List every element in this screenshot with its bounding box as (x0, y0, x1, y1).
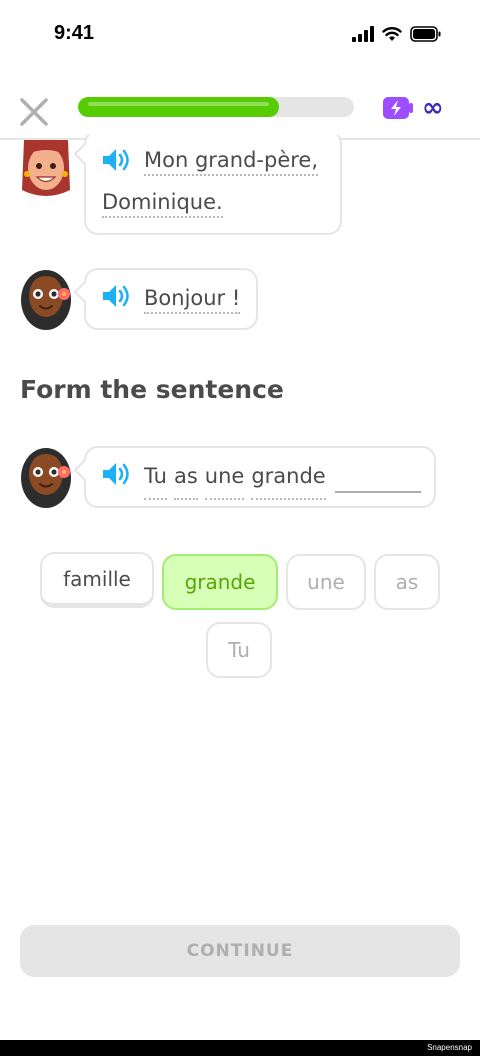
message-line[interactable]: Bonjour ! (144, 286, 241, 314)
status-time: 9:41 (54, 22, 95, 44)
speaker-icon (103, 285, 129, 307)
close-icon (20, 98, 48, 126)
message-bubble-2: Bonjour ! (84, 268, 258, 330)
wifi-icon (382, 27, 402, 41)
word-chip-grande[interactable]: grande (162, 554, 278, 610)
battery-icon (410, 26, 441, 42)
message-line[interactable]: Dominique. (102, 190, 223, 218)
lesson-progress-bar (78, 97, 354, 117)
answer-word[interactable]: as (173, 456, 198, 500)
answer-blank[interactable] (334, 463, 421, 493)
answer-bubble: Tu as une grande (84, 446, 436, 508)
close-button[interactable] (16, 94, 52, 130)
lesson-progress-fill (78, 97, 280, 117)
answer-word[interactable]: grande (251, 456, 326, 500)
word-chip-as[interactable]: as (374, 554, 440, 610)
footer-bar: Snapensnap (0, 1040, 480, 1056)
cellular-signal-icon (352, 26, 374, 42)
energy-battery-icon (383, 97, 413, 119)
speaker-button[interactable] (100, 282, 132, 314)
answer-sentence: Tu as une grande (144, 456, 421, 500)
message-bubble-1: Mon grand-père, Dominique. (84, 130, 342, 235)
word-chip-tu[interactable]: Tu (206, 622, 272, 678)
continue-button[interactable]: CONTINUE (20, 925, 460, 977)
speaker-icon (103, 463, 129, 485)
avatar-girl (18, 442, 74, 508)
speaker-button[interactable] (100, 460, 132, 492)
energy-infinity-label: ∞ (422, 93, 444, 123)
speaker-icon (103, 149, 129, 171)
answer-word[interactable]: une (204, 456, 245, 500)
status-icons (352, 26, 442, 42)
avatar-woman (18, 140, 74, 204)
message-line[interactable]: Mon grand-père, (144, 148, 319, 176)
status-bar: 9:41 (0, 0, 480, 72)
word-chip-famille[interactable]: famille (40, 552, 154, 608)
watermark-text: Snapensnap (427, 1043, 472, 1052)
prompt-title: Form the sentence (20, 375, 284, 404)
answer-word[interactable]: Tu (144, 456, 167, 500)
word-chip-une[interactable]: une (286, 554, 366, 610)
avatar-girl (18, 264, 74, 330)
energy-indicator[interactable]: ∞ (382, 93, 444, 123)
speaker-button[interactable] (100, 146, 132, 178)
